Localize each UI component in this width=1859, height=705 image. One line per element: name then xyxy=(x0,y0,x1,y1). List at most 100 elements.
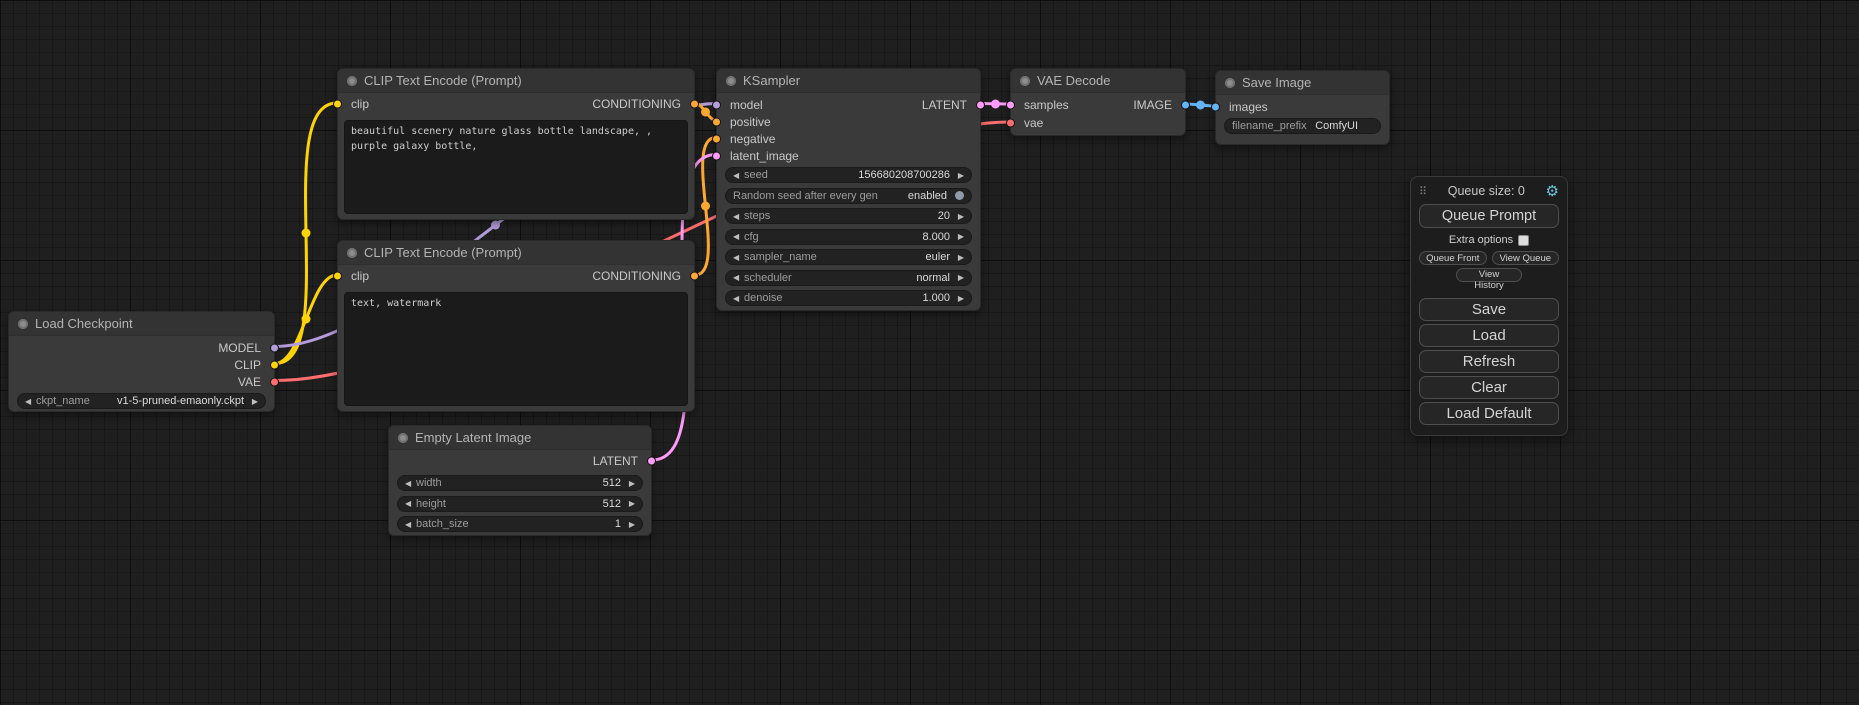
slot-row: LATENT xyxy=(389,450,651,472)
widget-random-seed-toggle[interactable]: Random seed after every gen enabled xyxy=(725,188,972,204)
node-title: Save Image xyxy=(1242,75,1311,90)
increment-icon[interactable]: ▶ xyxy=(953,253,964,262)
input-label-clip: clip xyxy=(351,269,369,283)
increment-icon[interactable]: ▶ xyxy=(953,212,964,221)
node-title-bar[interactable]: CLIP Text Encode (Prompt) xyxy=(338,241,694,265)
node-title-bar[interactable]: VAE Decode xyxy=(1011,69,1185,93)
widget-seed[interactable]: ◀ seed 156680208700286 ▶ xyxy=(725,167,972,183)
input-label-vae: vae xyxy=(1024,116,1043,130)
decrement-icon[interactable]: ◀ xyxy=(405,520,416,529)
collapse-dot[interactable] xyxy=(18,319,28,329)
collapse-dot[interactable] xyxy=(1225,78,1235,88)
increment-icon[interactable]: ▶ xyxy=(953,232,964,241)
widget-steps[interactable]: ◀ steps 20 ▶ xyxy=(725,208,972,224)
increment-icon[interactable]: ▶ xyxy=(624,479,635,488)
node-title: KSampler xyxy=(743,73,800,88)
decrement-icon[interactable]: ◀ xyxy=(733,212,744,221)
widget-label: cfg xyxy=(744,231,759,243)
widget-denoise[interactable]: ◀ denoise 1.000 ▶ xyxy=(725,290,972,306)
decrement-icon[interactable]: ◀ xyxy=(733,171,744,180)
widget-height[interactable]: ◀ height 512 ▶ xyxy=(397,496,643,512)
decrement-icon[interactable]: ◀ xyxy=(405,499,416,508)
input-port-images[interactable] xyxy=(1211,103,1220,112)
clear-button[interactable]: Clear xyxy=(1419,376,1559,399)
decrement-icon[interactable]: ◀ xyxy=(733,253,744,262)
widget-value: normal xyxy=(916,272,953,284)
queue-front-button[interactable]: Queue Front xyxy=(1419,251,1487,265)
node-title: VAE Decode xyxy=(1037,73,1110,88)
output-port-model[interactable] xyxy=(270,343,279,352)
widget-label: height xyxy=(416,498,446,510)
increment-icon[interactable]: ▶ xyxy=(247,397,258,406)
widget-label: steps xyxy=(744,210,770,222)
node-graph-canvas[interactable]: Load Checkpoint MODEL CLIP VAE ◀ ckpt_na… xyxy=(0,0,1859,705)
extra-options-label: Extra options xyxy=(1449,234,1513,246)
input-label-samples: samples xyxy=(1024,98,1069,112)
widget-scheduler[interactable]: ◀ scheduler normal ▶ xyxy=(725,270,972,286)
widget-width[interactable]: ◀ width 512 ▶ xyxy=(397,475,643,491)
node-title-bar[interactable]: Save Image xyxy=(1216,71,1389,95)
node-clip-text-encode-positive[interactable]: CLIP Text Encode (Prompt) clip CONDITION… xyxy=(337,68,695,220)
save-button[interactable]: Save xyxy=(1419,298,1559,321)
collapse-dot[interactable] xyxy=(347,248,357,258)
drag-handle-icon[interactable]: ⠿ xyxy=(1419,185,1427,198)
output-port-image[interactable] xyxy=(1181,101,1190,110)
increment-icon[interactable]: ▶ xyxy=(624,499,635,508)
node-title-bar[interactable]: KSampler xyxy=(717,69,980,93)
widget-value: 1.000 xyxy=(922,292,953,304)
node-load-checkpoint[interactable]: Load Checkpoint MODEL CLIP VAE ◀ ckpt_na… xyxy=(8,311,275,412)
slot-row: VAE xyxy=(9,373,274,390)
node-title-bar[interactable]: Load Checkpoint xyxy=(9,312,274,336)
decrement-icon[interactable]: ◀ xyxy=(733,273,744,282)
input-port-samples[interactable] xyxy=(1006,101,1015,110)
decrement-icon[interactable]: ◀ xyxy=(25,397,36,406)
output-port-conditioning[interactable] xyxy=(690,272,699,281)
widget-ckpt-name[interactable]: ◀ ckpt_name v1-5-pruned-emaonly.ckpt ▶ xyxy=(17,393,266,409)
output-port-conditioning[interactable] xyxy=(690,100,699,109)
output-port-latent[interactable] xyxy=(647,457,656,466)
output-port-vae[interactable] xyxy=(270,377,279,386)
negative-prompt-textarea[interactable]: text, watermark xyxy=(344,292,688,406)
input-port-vae[interactable] xyxy=(1006,119,1015,128)
collapse-dot[interactable] xyxy=(398,433,408,443)
input-port-negative[interactable] xyxy=(712,134,721,143)
toggle-dot[interactable] xyxy=(955,191,964,200)
decrement-icon[interactable]: ◀ xyxy=(405,479,416,488)
increment-icon[interactable]: ▶ xyxy=(624,520,635,529)
load-button[interactable]: Load xyxy=(1419,324,1559,347)
node-title-bar[interactable]: Empty Latent Image xyxy=(389,426,651,450)
view-queue-button[interactable]: View Queue xyxy=(1492,251,1560,265)
node-ksampler[interactable]: KSampler model LATENT positive negative … xyxy=(716,68,981,311)
collapse-dot[interactable] xyxy=(726,76,736,86)
input-port-model[interactable] xyxy=(712,100,721,109)
extra-options-checkbox[interactable] xyxy=(1518,235,1529,246)
input-port-clip[interactable] xyxy=(333,272,342,281)
node-vae-decode[interactable]: VAE Decode samples IMAGE vae xyxy=(1010,68,1186,136)
node-title-bar[interactable]: CLIP Text Encode (Prompt) xyxy=(338,69,694,93)
decrement-icon[interactable]: ◀ xyxy=(733,232,744,241)
widget-batch-size[interactable]: ◀ batch_size 1 ▶ xyxy=(397,516,643,532)
node-empty-latent-image[interactable]: Empty Latent Image LATENT ◀ width 512 ▶ … xyxy=(388,425,652,536)
widget-cfg[interactable]: ◀ cfg 8.000 ▶ xyxy=(725,229,972,245)
input-port-latent-image[interactable] xyxy=(712,151,721,160)
increment-icon[interactable]: ▶ xyxy=(953,171,964,180)
queue-prompt-button[interactable]: Queue Prompt xyxy=(1419,204,1559,228)
load-default-button[interactable]: Load Default xyxy=(1419,402,1559,425)
node-clip-text-encode-negative[interactable]: CLIP Text Encode (Prompt) clip CONDITION… xyxy=(337,240,695,412)
collapse-dot[interactable] xyxy=(347,76,357,86)
output-port-clip[interactable] xyxy=(270,360,279,369)
widget-sampler-name[interactable]: ◀ sampler_name euler ▶ xyxy=(725,249,972,265)
node-save-image[interactable]: Save Image images filename_prefix ComfyU… xyxy=(1215,70,1390,145)
widget-filename-prefix[interactable]: filename_prefix ComfyUI xyxy=(1224,118,1381,134)
positive-prompt-textarea[interactable]: beautiful scenery nature glass bottle la… xyxy=(344,120,688,214)
output-port-latent[interactable] xyxy=(976,100,985,109)
refresh-button[interactable]: Refresh xyxy=(1419,350,1559,373)
input-port-clip[interactable] xyxy=(333,100,342,109)
view-history-button[interactable]: View History xyxy=(1456,268,1522,282)
increment-icon[interactable]: ▶ xyxy=(953,273,964,282)
settings-gear-icon[interactable]: ⚙ xyxy=(1546,182,1559,200)
collapse-dot[interactable] xyxy=(1020,76,1030,86)
decrement-icon[interactable]: ◀ xyxy=(733,294,744,303)
increment-icon[interactable]: ▶ xyxy=(953,294,964,303)
input-port-positive[interactable] xyxy=(712,117,721,126)
